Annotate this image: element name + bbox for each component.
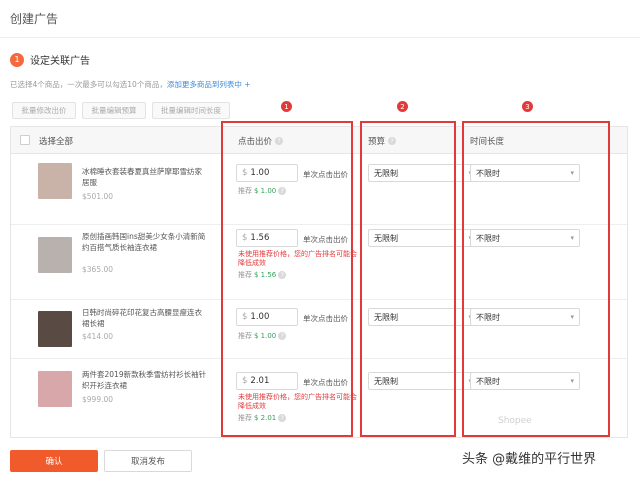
product-price: $365.00	[82, 265, 114, 274]
confirm-button[interactable]: 确认	[10, 450, 98, 472]
selection-info-text: 已选择4个商品，一次最多可以勾选10个商品，	[10, 80, 167, 89]
annotation-badge-3: 3	[522, 101, 533, 112]
step-indicator: 1 设定关联广告	[10, 52, 90, 67]
product-price: $414.00	[82, 332, 114, 341]
faint-watermark: Shopee	[498, 416, 532, 426]
selection-info: 已选择4个商品，一次最多可以勾选10个商品，添加更多商品到列表中 +	[10, 79, 251, 90]
watermark: 头条 @戴维的平行世界	[462, 452, 597, 467]
annotation-badge-2: 2	[397, 101, 408, 112]
step-number-badge: 1	[10, 52, 24, 67]
highlight-box-duration	[462, 121, 610, 437]
highlight-box-bid	[221, 121, 353, 437]
page-title: 创建广告	[10, 12, 59, 26]
product-name: 原创插画韩国ins甜美少女条小清新简约百搭气质长袖连衣裙	[82, 232, 206, 252]
cancel-publish-button[interactable]: 取消发布	[104, 450, 192, 472]
product-thumbnail	[38, 163, 72, 199]
product-thumbnail	[38, 237, 72, 273]
select-all-label: 选择全部	[39, 137, 74, 147]
product-thumbnail	[38, 371, 72, 407]
batch-edit-bid-button[interactable]: 批量修改出价	[12, 102, 76, 119]
product-name: 两件套2019新款秋季雪纺衬衫长袖针织开衫连衣裙	[82, 370, 207, 390]
step-label: 设定关联广告	[30, 56, 90, 67]
page-header: 创建广告	[0, 0, 640, 38]
batch-edit-duration-button[interactable]: 批量编辑时间长度	[152, 102, 230, 119]
select-all-checkbox[interactable]	[20, 135, 30, 145]
product-name: 冰棉睡衣套装春夏真丝萨摩耶雪纺家居服	[82, 167, 202, 187]
product-price: $999.00	[82, 395, 114, 404]
annotation-badge-1: 1	[281, 101, 292, 112]
product-thumbnail	[38, 311, 72, 347]
batch-edit-budget-button[interactable]: 批量编辑预算	[82, 102, 146, 119]
product-price: $501.00	[82, 192, 114, 201]
add-more-products-link[interactable]: 添加更多商品到列表中 +	[167, 80, 251, 89]
product-name: 日韩时尚碎花印花复古高腰显瘦连衣裙长裙	[82, 308, 202, 328]
highlight-box-budget	[360, 121, 456, 437]
